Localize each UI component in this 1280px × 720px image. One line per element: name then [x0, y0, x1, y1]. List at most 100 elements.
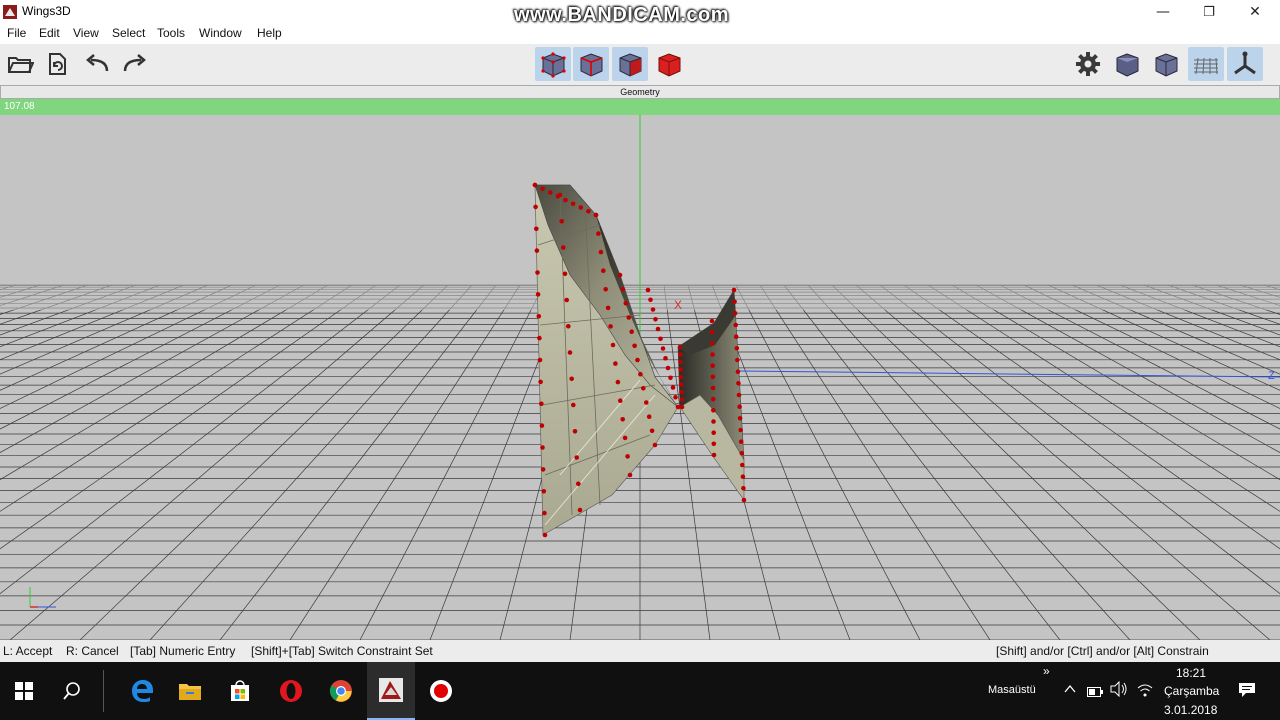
- face-mode-icon[interactable]: [612, 47, 648, 81]
- vertex-point[interactable]: [563, 197, 568, 203]
- vertex-point[interactable]: [570, 201, 576, 207]
- smooth-cube-icon[interactable]: [1109, 47, 1145, 81]
- vertex-point[interactable]: [678, 367, 684, 372]
- vertex-point[interactable]: [711, 430, 716, 436]
- vertex-point[interactable]: [613, 361, 618, 366]
- vertex-point[interactable]: [623, 301, 629, 306]
- clock-day[interactable]: Çarşamba: [1164, 684, 1219, 698]
- vertex-point[interactable]: [655, 326, 661, 332]
- vertex-point[interactable]: [737, 416, 743, 421]
- vertex-point[interactable]: [596, 231, 601, 236]
- vertex-point[interactable]: [649, 428, 655, 434]
- chrome-icon[interactable]: [317, 662, 365, 720]
- redo-icon[interactable]: [117, 47, 153, 81]
- opera-icon[interactable]: [267, 662, 315, 720]
- vertex-point[interactable]: [710, 363, 715, 368]
- vertex-point[interactable]: [711, 408, 716, 413]
- vertex-point[interactable]: [653, 317, 658, 322]
- vertex-point[interactable]: [709, 318, 715, 324]
- search-icon[interactable]: [48, 662, 96, 720]
- vertex-point[interactable]: [646, 414, 652, 420]
- vertex-point[interactable]: [540, 467, 546, 472]
- flat-cube-icon[interactable]: [1148, 47, 1184, 81]
- axes-icon[interactable]: [1227, 47, 1263, 81]
- network-icon[interactable]: [1136, 682, 1154, 703]
- vertex-point[interactable]: [740, 474, 746, 480]
- vertex-point[interactable]: [710, 385, 716, 391]
- vertex-point[interactable]: [741, 486, 746, 491]
- vertex-point[interactable]: [593, 212, 599, 218]
- vertex-point[interactable]: [625, 454, 630, 459]
- vertex-point[interactable]: [741, 497, 747, 503]
- vertex-point[interactable]: [673, 395, 678, 400]
- menu-file[interactable]: File: [7, 26, 26, 40]
- open-folder-icon[interactable]: [2, 47, 38, 81]
- vertex-point[interactable]: [710, 352, 715, 357]
- vertex-point[interactable]: [535, 292, 541, 297]
- vertex-point[interactable]: [668, 375, 673, 381]
- vertex-mode-icon[interactable]: [535, 47, 571, 81]
- preferences-gear-icon[interactable]: [1070, 47, 1106, 81]
- vertex-point[interactable]: [626, 315, 632, 320]
- vertex-point[interactable]: [679, 397, 685, 402]
- volume-icon[interactable]: [1110, 680, 1128, 702]
- menu-window[interactable]: Window: [199, 26, 242, 40]
- vertex-point[interactable]: [652, 442, 658, 448]
- wings3d-icon[interactable]: [367, 662, 415, 720]
- minimize-button[interactable]: —: [1140, 0, 1186, 24]
- vertex-point[interactable]: [577, 507, 583, 513]
- close-button[interactable]: ✕: [1232, 0, 1278, 24]
- vertex-point[interactable]: [537, 335, 542, 341]
- vertex-point[interactable]: [539, 401, 544, 407]
- vertex-point[interactable]: [644, 400, 649, 405]
- battery-icon[interactable]: [1087, 684, 1103, 702]
- body-mode-icon[interactable]: [651, 47, 687, 81]
- menu-edit[interactable]: Edit: [39, 26, 60, 40]
- vertex-point[interactable]: [559, 219, 564, 224]
- vertex-point[interactable]: [540, 186, 545, 192]
- clock-date[interactable]: 3.01.2018: [1164, 703, 1217, 717]
- vertex-point[interactable]: [534, 248, 540, 253]
- vertex-point[interactable]: [601, 268, 606, 273]
- vertex-point[interactable]: [566, 324, 571, 329]
- vertex-point[interactable]: [675, 404, 681, 410]
- save-icon[interactable]: [39, 47, 75, 81]
- vertex-point[interactable]: [610, 342, 616, 348]
- vertex-point[interactable]: [548, 190, 553, 195]
- vertex-point[interactable]: [735, 369, 741, 374]
- vertex-point[interactable]: [679, 382, 684, 387]
- start-windows-icon[interactable]: [0, 662, 48, 720]
- vertex-point[interactable]: [541, 489, 547, 494]
- vertex-point[interactable]: [711, 441, 717, 447]
- vertex-point[interactable]: [736, 392, 742, 398]
- vertex-point[interactable]: [605, 305, 611, 311]
- geometry-viewport[interactable]: Z X: [0, 115, 1280, 640]
- vertex-point[interactable]: [738, 427, 743, 433]
- edge-browser-icon[interactable]: [118, 662, 166, 720]
- vertex-point[interactable]: [572, 429, 578, 434]
- vertex-point[interactable]: [732, 311, 738, 316]
- vertex-point[interactable]: [598, 249, 604, 255]
- action-center-icon[interactable]: [1238, 682, 1256, 703]
- desktop-toolbar-label[interactable]: Masaüstü: [988, 684, 1036, 696]
- vertex-point[interactable]: [678, 359, 683, 365]
- vertex-point[interactable]: [532, 182, 538, 188]
- vertex-point[interactable]: [557, 192, 563, 198]
- vertex-point[interactable]: [710, 396, 716, 402]
- bandicam-record-icon[interactable]: [417, 662, 465, 720]
- vertex-point[interactable]: [540, 445, 545, 450]
- vertex-point[interactable]: [679, 389, 684, 395]
- menu-select[interactable]: Select: [112, 26, 145, 40]
- vertex-point[interactable]: [542, 510, 547, 516]
- vertex-point[interactable]: [615, 379, 621, 385]
- scene-svg[interactable]: Z X: [0, 115, 1280, 640]
- vertex-point[interactable]: [641, 386, 646, 391]
- vertex-point[interactable]: [569, 376, 574, 382]
- vertex-point[interactable]: [731, 287, 737, 293]
- vertex-point[interactable]: [665, 365, 671, 371]
- tray-expand-icon[interactable]: [1063, 682, 1077, 701]
- vertex-point[interactable]: [567, 350, 573, 355]
- vertex-point[interactable]: [576, 481, 581, 487]
- vertex-point[interactable]: [538, 379, 543, 385]
- vertex-point[interactable]: [542, 532, 548, 538]
